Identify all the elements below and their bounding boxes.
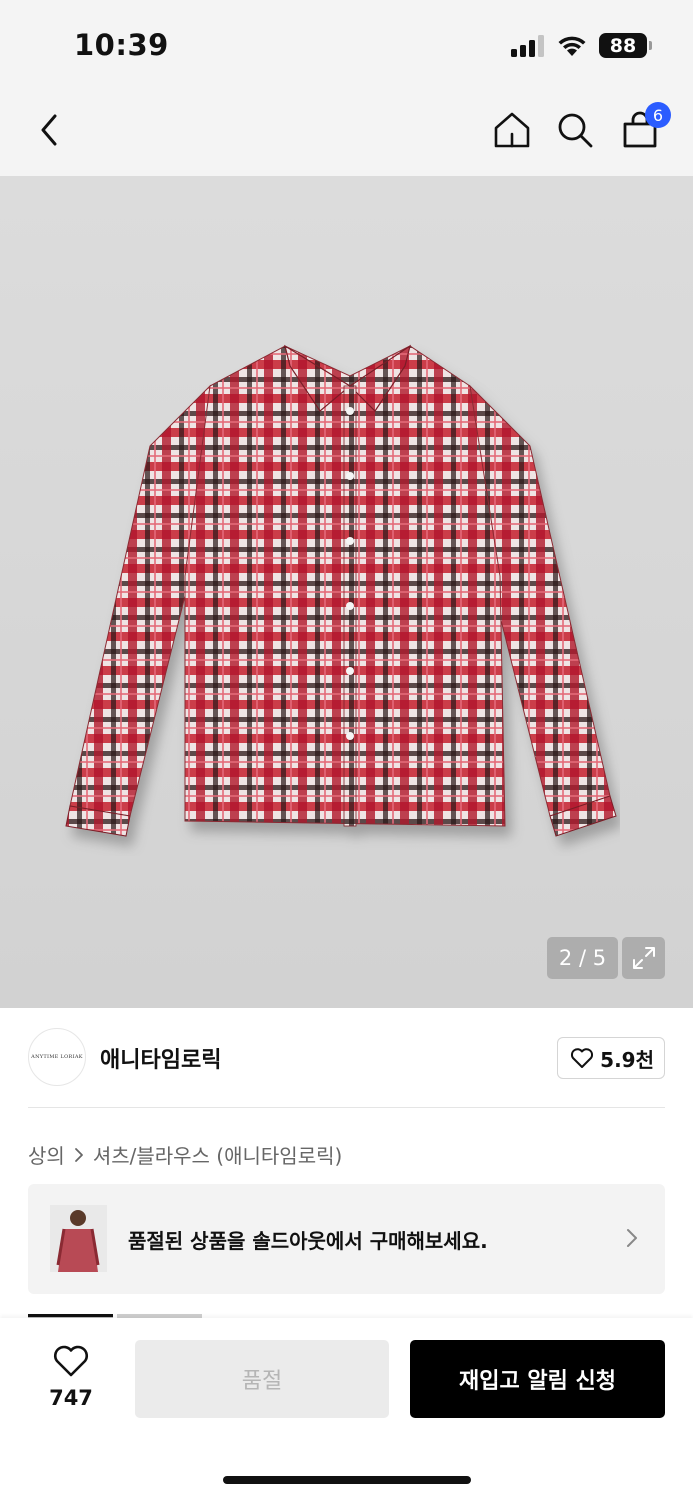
breadcrumb: 상의 셔츠/블라우스 (애니타임로릭) (28, 1140, 342, 1169)
brand-like-count: 5.9천 (600, 1047, 654, 1072)
back-button[interactable] (26, 106, 74, 154)
soldout-banner[interactable]: 품절된 상품을 솔드아웃에서 구매해보세요. (28, 1184, 665, 1294)
search-button[interactable] (551, 106, 599, 154)
brand-name[interactable]: 애니타임로릭 (100, 1042, 221, 1074)
bottom-action-bar: 747 품절 재입고 알림 신청 (0, 1318, 693, 1500)
chevron-right-icon (627, 1229, 637, 1247)
back-icon (41, 114, 57, 146)
status-bar: 10:39 88 (0, 0, 693, 88)
product-image[interactable]: 2 / 5 (0, 176, 693, 1008)
brand-like-button[interactable]: 5.9천 (557, 1037, 665, 1079)
brand-row: ANYTIME LORIAK 애니타임로릭 5.9천 (28, 1028, 665, 1086)
chevron-right-icon (74, 1147, 83, 1162)
signal-icon (511, 34, 544, 57)
restock-alert-button[interactable]: 재입고 알림 신청 (410, 1340, 665, 1418)
soldout-button: 품절 (135, 1340, 389, 1418)
breadcrumb-subcategory[interactable]: 셔츠/블라우스 (애니타임로릭) (93, 1140, 343, 1169)
search-icon (558, 113, 593, 148)
cart-button[interactable]: 6 (616, 102, 671, 154)
nav-bar: 6 (0, 88, 693, 176)
status-icons: 88 (511, 33, 652, 58)
soldout-banner-text: 품절된 상품을 솔드아웃에서 구매해보세요. (128, 1229, 488, 1253)
product-photo (65, 344, 617, 837)
cart-count-badge: 6 (645, 102, 671, 128)
wish-button[interactable]: 747 (40, 1344, 102, 1410)
soldout-thumbnail (50, 1205, 107, 1272)
home-indicator (223, 1476, 471, 1484)
heart-icon (54, 1345, 88, 1377)
home-button[interactable] (488, 106, 536, 154)
wifi-icon (558, 36, 586, 56)
expand-icon (632, 947, 655, 969)
image-counter: 2 / 5 (547, 937, 618, 979)
battery-icon: 88 (599, 33, 652, 58)
divider (28, 1107, 665, 1108)
breadcrumb-category[interactable]: 상의 (28, 1140, 65, 1169)
status-time: 10:39 (74, 28, 169, 62)
brand-logo[interactable]: ANYTIME LORIAK (28, 1028, 86, 1086)
heart-icon (571, 1048, 594, 1068)
home-icon (494, 112, 530, 148)
wish-count: 747 (49, 1386, 93, 1410)
expand-button[interactable] (622, 937, 665, 979)
